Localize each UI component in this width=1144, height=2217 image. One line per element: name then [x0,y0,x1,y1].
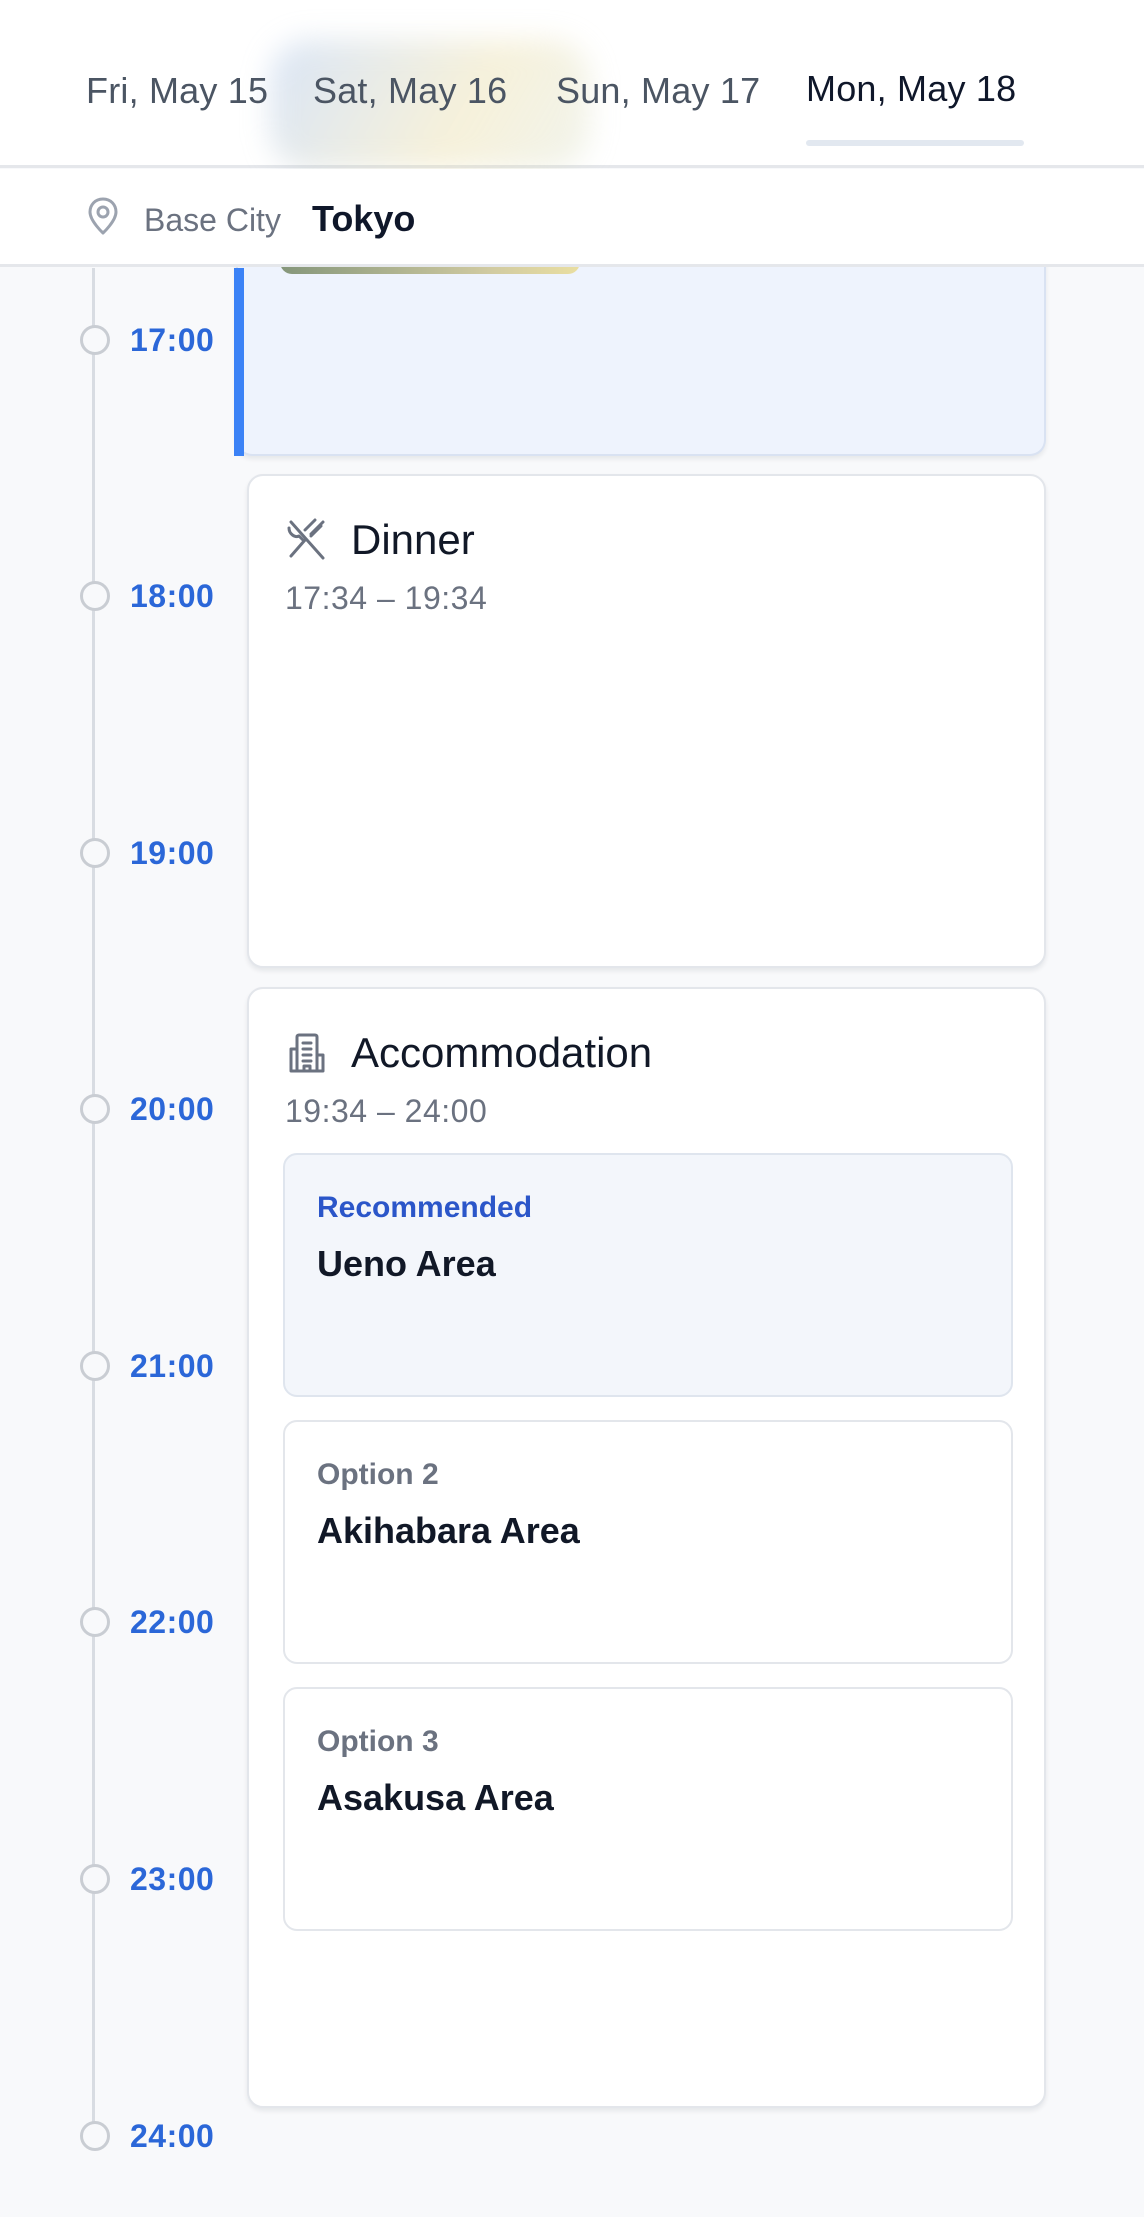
timeline-line [92,268,95,2136]
card-title: Accommodation [351,1029,653,1076]
tab-mon-may-18[interactable]: Mon, May 18 [806,68,1016,110]
hour-label: 21:00 [130,1348,215,1384]
hour-label: 18:00 [130,578,215,614]
event-time-range: 19:34 – 24:00 [285,1093,488,1129]
hour-label: 24:00 [130,2118,215,2154]
option-name: Ueno Area [317,1243,496,1284]
hour-dot [80,2121,110,2151]
card-title: Dinner [351,516,475,563]
map-pin-icon [86,196,120,241]
tab-fri-may-15[interactable]: Fri, May 15 [86,70,268,112]
hour-dot [80,581,110,611]
hour-dot [80,838,110,868]
hour-dot [80,1351,110,1381]
hour-label: 19:00 [130,835,215,871]
hour-label: 22:00 [130,1604,215,1640]
tab-sun-may-17[interactable]: Sun, May 17 [556,70,760,112]
accommodation-card[interactable]: Accommodation 19:34 – 24:00 Recommended … [247,987,1046,2108]
option-name: Asakusa Area [317,1777,554,1818]
accommodation-option-2[interactable]: Option 2 Akihabara Area [283,1420,1013,1664]
card-header: Dinner [285,516,475,564]
utensils-crossed-icon [285,518,329,562]
hour-label: 17:00 [130,322,215,358]
hour-label: 23:00 [130,1861,215,1897]
accommodation-option-recommended[interactable]: Recommended Ueno Area [283,1153,1013,1397]
accommodation-option-3[interactable]: Option 3 Asakusa Area [283,1687,1013,1931]
option-badge: Recommended [317,1191,533,1224]
event-time-range: 17:34 – 19:34 [285,580,488,616]
dinner-card[interactable]: Dinner 17:34 – 19:34 [247,474,1046,968]
base-city-label: Base City [144,202,281,238]
hour-dot [80,325,110,355]
hour-dot [80,1607,110,1637]
tab-sat-may-16[interactable]: Sat, May 16 [313,70,507,112]
option-name: Akihabara Area [317,1510,580,1551]
option-badge: Option 2 [317,1458,439,1491]
current-event-accent-bar [234,268,244,456]
base-city-value[interactable]: Tokyo [312,198,415,240]
hour-dot [80,1094,110,1124]
hour-dot [80,1864,110,1894]
card-header: Accommodation [285,1029,652,1077]
active-tab-indicator [806,140,1024,146]
building-icon [285,1031,329,1075]
option-badge: Option 3 [317,1725,439,1758]
date-tab-bar: Fri, May 15 Sat, May 16 Sun, May 17 Mon,… [0,0,1144,170]
hour-label: 20:00 [130,1091,215,1127]
